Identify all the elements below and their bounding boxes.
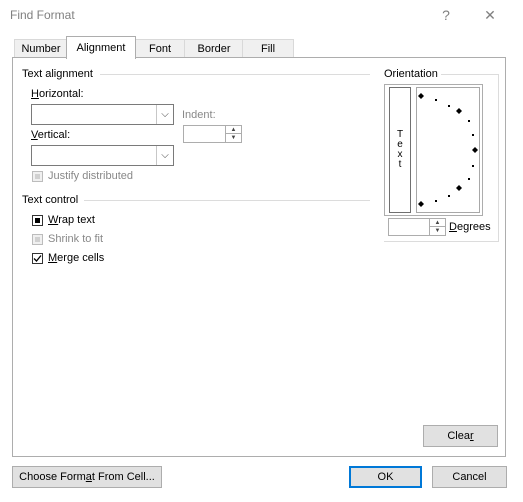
vertical-text-letter: t	[398, 159, 402, 170]
shrink-to-fit-checkbox[interactable]	[32, 234, 43, 245]
justify-distributed-label: Justify distributed	[48, 170, 133, 182]
orientation-section-label: Orientation	[384, 68, 438, 80]
degrees-spinner[interactable]: ▲ ▼	[388, 218, 446, 236]
tab-font[interactable]: Font	[134, 39, 186, 58]
merge-cells-checkbox[interactable]	[32, 253, 43, 264]
horizontal-label: Horizontal:	[31, 88, 84, 100]
vertical-text-button[interactable]: T e x t	[389, 87, 411, 213]
shrink-to-fit-label: Shrink to fit	[48, 233, 104, 245]
tab-number[interactable]: Number	[14, 39, 68, 58]
orientation-dial-icon	[418, 93, 478, 207]
vertical-select[interactable]: ⌵	[31, 145, 174, 166]
close-icon: ✕	[484, 7, 496, 23]
orientation-divider-right	[498, 74, 499, 242]
orientation-divider	[441, 74, 498, 75]
spin-up-icon[interactable]: ▲	[430, 219, 445, 227]
orientation-divider-bottom	[384, 241, 499, 242]
ok-button[interactable]: OK	[349, 466, 422, 488]
indeterminate-mark-icon	[35, 174, 40, 179]
vertical-label: Vertical:	[31, 129, 71, 141]
spin-down-icon[interactable]: ▼	[430, 227, 445, 235]
degrees-label: Degrees	[449, 221, 491, 233]
spin-down-icon[interactable]: ▼	[226, 134, 241, 142]
indeterminate-mark-icon	[35, 237, 40, 242]
wrap-text-label: Wrap text	[48, 214, 95, 226]
chevron-down-icon: ⌵	[156, 146, 173, 165]
chevron-down-icon: ⌵	[156, 105, 173, 124]
choose-format-from-cell-button[interactable]: Choose Format From Cell...	[12, 466, 162, 488]
orientation-dial[interactable]	[416, 87, 480, 213]
text-control-section-label: Text control	[22, 194, 79, 206]
clear-button[interactable]: Clear	[423, 425, 498, 447]
tab-border[interactable]: Border	[184, 39, 244, 58]
window-title: Find Format	[10, 8, 75, 22]
justify-distributed-checkbox[interactable]	[32, 171, 43, 182]
wrap-text-checkbox[interactable]	[32, 215, 43, 226]
help-button[interactable]: ?	[434, 4, 458, 26]
horizontal-select[interactable]: ⌵	[31, 104, 174, 125]
tab-alignment[interactable]: Alignment	[66, 36, 136, 59]
checkmark-icon	[33, 255, 42, 262]
text-control-divider	[84, 200, 370, 201]
merge-cells-label: Merge cells	[48, 252, 105, 264]
indent-spinner[interactable]: ▲ ▼	[183, 125, 242, 143]
text-alignment-divider	[100, 74, 370, 75]
indeterminate-mark-icon	[35, 218, 40, 223]
text-alignment-section-label: Text alignment	[22, 68, 93, 80]
cancel-button[interactable]: Cancel	[432, 466, 507, 488]
close-button[interactable]: ✕	[478, 4, 502, 26]
indent-label: Indent:	[182, 109, 216, 121]
spin-up-icon[interactable]: ▲	[226, 126, 241, 134]
tab-fill[interactable]: Fill	[242, 39, 294, 58]
